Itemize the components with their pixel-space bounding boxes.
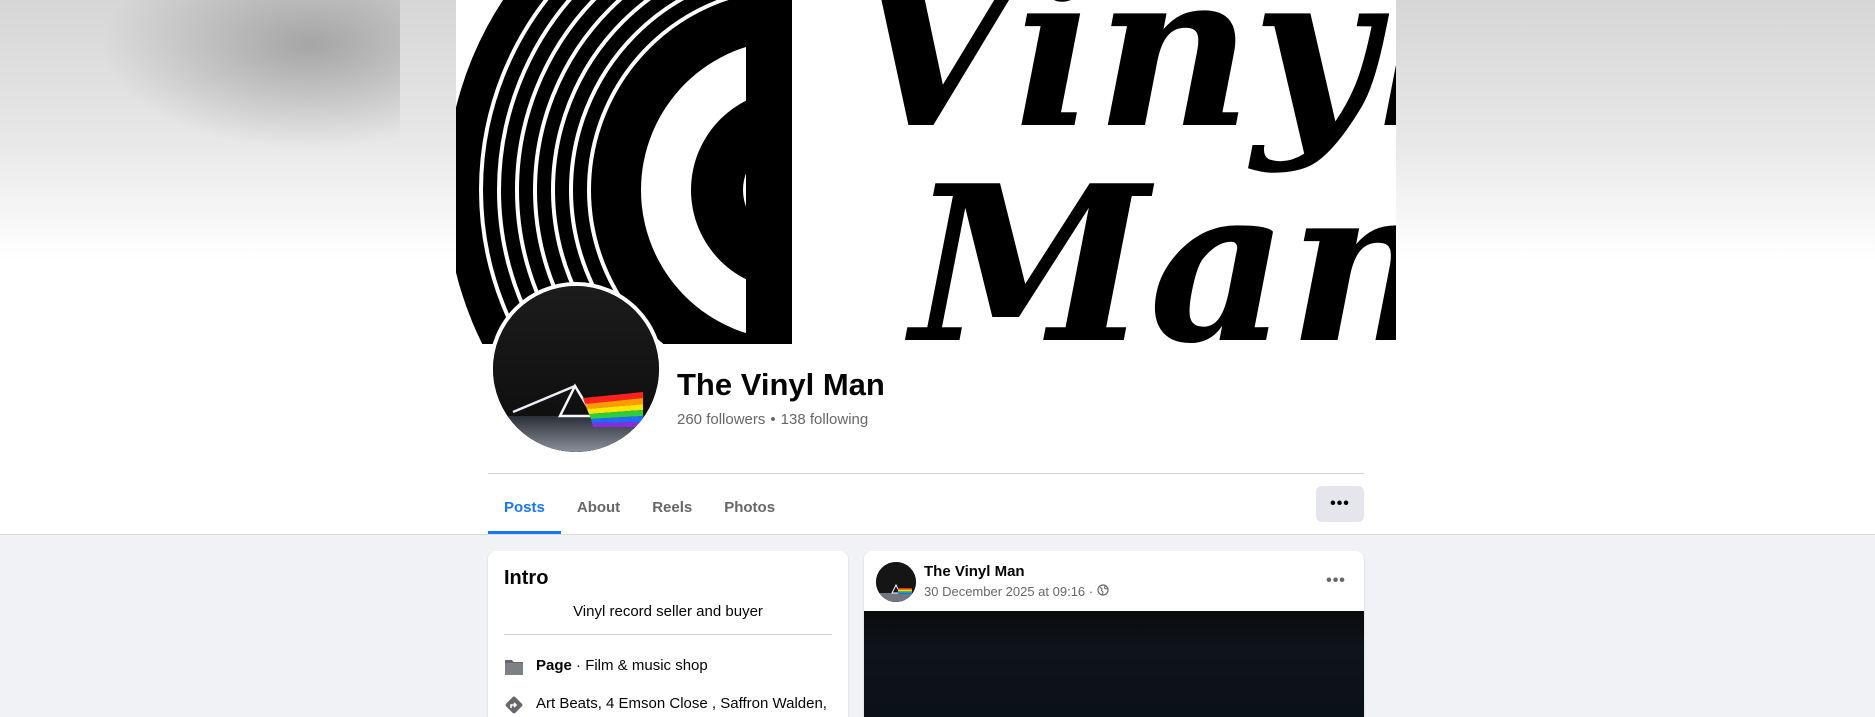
intro-bio: Vinyl record seller and buyer: [573, 603, 763, 620]
following-link[interactable]: 138 following: [781, 411, 869, 428]
tab-reels[interactable]: Reels: [636, 480, 708, 534]
profile-header: Vinyl Man: [0, 0, 1875, 535]
post-author-avatar[interactable]: [876, 562, 916, 602]
followers-link[interactable]: 260 followers: [677, 411, 765, 428]
intro-page-category-row: Page · Film & music shop: [504, 657, 832, 677]
intro-address[interactable]: Art Beats, 4 Emson Close , Saffron Walde…: [536, 695, 827, 712]
tab-about[interactable]: About: [561, 480, 636, 534]
more-horizontal-icon: •••: [1330, 495, 1350, 512]
profile-tabs: Posts About Reels Photos: [488, 480, 791, 534]
tab-photos[interactable]: Photos: [708, 480, 791, 534]
intro-title: Intro: [504, 567, 549, 589]
header-divider: [488, 473, 1364, 474]
post-options-button[interactable]: •••: [1320, 565, 1352, 597]
post-timestamp-row: 30 December 2025 at 09:16 ·: [924, 584, 1109, 599]
post-timestamp[interactable]: 30 December 2025 at 09:16 ·: [924, 584, 1093, 599]
intro-address-row: Art Beats, 4 Emson Close , Saffron Walde…: [504, 695, 832, 715]
cover-word-bottom: Man: [904, 138, 1396, 344]
page-flag-icon: [504, 657, 524, 677]
profile-picture[interactable]: [489, 282, 663, 456]
profile-picture-image: [493, 286, 659, 452]
intro-card: Intro Vinyl record seller and buyer Page…: [488, 551, 848, 717]
follow-stats: 260 followers • 138 following: [677, 411, 868, 428]
directions-icon: [504, 695, 524, 715]
intro-divider: [504, 634, 832, 635]
globe-icon: [1097, 584, 1109, 599]
stats-separator: •: [770, 411, 776, 428]
more-horizontal-icon: •••: [1326, 572, 1346, 589]
post-card: The Vinyl Man 30 December 2025 at 09:16 …: [864, 551, 1364, 717]
page-title: The Vinyl Man: [677, 367, 885, 402]
post-media[interactable]: [864, 611, 1364, 717]
more-options-button[interactable]: •••: [1316, 486, 1364, 522]
intro-page-label: Page: [536, 657, 572, 674]
intro-page-category[interactable]: · Film & music shop: [572, 657, 708, 674]
cover-backdrop-shade: [100, 0, 400, 150]
tab-posts[interactable]: Posts: [488, 480, 561, 534]
post-author-name[interactable]: The Vinyl Man: [924, 563, 1025, 580]
